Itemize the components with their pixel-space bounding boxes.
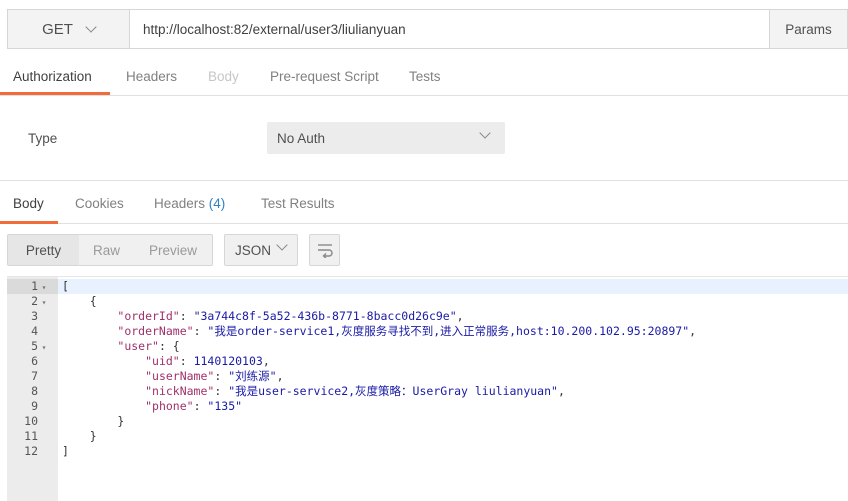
line-number: 5 ▾ <box>7 339 58 354</box>
url-input[interactable]: http://localhost:82/external/user3/liuli… <box>130 10 769 48</box>
code-text: [ <box>62 279 69 293</box>
tab-test-results[interactable]: Test Results <box>261 181 335 225</box>
chevron-down-icon <box>85 21 97 33</box>
code-line: 10 } <box>7 414 848 429</box>
code-text: } <box>62 414 125 428</box>
wrap-lines-icon <box>317 244 333 258</box>
line-number: 12 <box>24 444 38 458</box>
line-number: 10 <box>24 414 38 428</box>
auth-type-select[interactable]: No Auth <box>267 122 505 154</box>
code-line: 4 "orderName": "我是order-service1,灰度服务寻找不… <box>7 324 848 339</box>
auth-type-label: Type <box>28 131 58 146</box>
code-line: 12] <box>7 444 848 459</box>
code-text: } <box>62 429 97 443</box>
tab-cookies[interactable]: Cookies <box>75 181 124 225</box>
method-label: GET <box>42 20 73 38</box>
fold-toggle-icon[interactable]: ▾ <box>38 295 50 310</box>
line-number: 3 <box>31 309 38 323</box>
chevron-down-icon <box>479 127 491 139</box>
code-text: { <box>62 294 97 308</box>
tab-response-headers[interactable]: Headers (4) <box>154 181 225 225</box>
fold-toggle-icon[interactable]: ▾ <box>38 280 50 295</box>
code-line: 5 ▾ "user": { <box>7 339 848 354</box>
code-line: 8 "nickName": "我是user-service2,灰度策略：User… <box>7 384 848 399</box>
code-line: 11 } <box>7 429 848 444</box>
chevron-down-icon <box>276 239 288 251</box>
request-url-bar: GET http://localhost:82/external/user3/l… <box>7 9 848 49</box>
line-number: 1 ▾ <box>7 279 58 294</box>
line-number: 2 ▾ <box>7 294 58 309</box>
code-text: "userName": "刘练源", <box>145 369 284 383</box>
active-response-tab-indicator <box>0 221 58 224</box>
line-number: 4 <box>31 324 38 338</box>
line-number: 6 <box>31 354 38 368</box>
code-line: 6 "uid": 1140120103, <box>7 354 848 369</box>
code-text: "user": { <box>117 339 180 353</box>
pretty-button[interactable]: Pretty <box>8 235 79 265</box>
fold-toggle-icon[interactable]: ▾ <box>38 340 50 355</box>
response-tabs: Body Cookies Headers (4) Test Results <box>0 180 848 224</box>
format-value: JSON <box>235 242 272 258</box>
wrap-lines-button[interactable] <box>309 234 340 266</box>
active-tab-indicator <box>0 92 110 95</box>
raw-button[interactable]: Raw <box>79 235 134 265</box>
request-tabs: Authorization Headers Body Pre-request S… <box>0 58 848 96</box>
line-number: 8 <box>31 384 38 398</box>
tab-pre-request-script[interactable]: Pre-request Script <box>270 58 379 96</box>
tab-tests[interactable]: Tests <box>409 58 441 96</box>
line-number: 11 <box>24 429 38 443</box>
tab-response-headers-label: Headers <box>154 196 206 211</box>
code-line: 3 "orderId": "3a744c8f-5a52-436b-8771-8b… <box>7 309 848 324</box>
params-button[interactable]: Params <box>769 10 847 48</box>
headers-count-badge: (4) <box>208 196 226 211</box>
code-text: "uid": 1140120103, <box>145 354 270 368</box>
line-number: 7 <box>31 369 38 383</box>
tab-authorization[interactable]: Authorization <box>13 58 92 96</box>
code-text: "nickName": "我是user-service2,灰度策略：UserGr… <box>145 384 565 398</box>
view-mode-group: Pretty Raw Preview <box>7 234 213 266</box>
code-line: 9 "phone": "135" <box>7 399 848 414</box>
method-select[interactable]: GET <box>8 10 130 48</box>
tab-body[interactable]: Body <box>208 58 239 96</box>
code-text: ] <box>62 444 69 458</box>
format-select[interactable]: JSON <box>224 234 298 266</box>
auth-type-value: No Auth <box>277 130 326 146</box>
code-line: 7 "userName": "刘练源", <box>7 369 848 384</box>
preview-button[interactable]: Preview <box>134 235 212 265</box>
code-text: "phone": "135" <box>145 399 243 413</box>
tab-headers[interactable]: Headers <box>126 58 177 96</box>
code-line: 2 ▾ { <box>7 294 848 309</box>
tab-response-body[interactable]: Body <box>13 181 44 225</box>
code-line: 1 ▾ [ <box>7 279 848 294</box>
line-number: 9 <box>31 399 38 413</box>
code-text: "orderName": "我是order-service1,灰度服务寻找不到,… <box>117 324 697 338</box>
response-code-editor[interactable]: 1 ▾ [2 ▾ {3 "orderId": "3a744c8f-5a52-436b-… <box>7 276 848 501</box>
code-text: "orderId": "3a744c8f-5a52-436b-8771-8bac… <box>117 309 464 323</box>
